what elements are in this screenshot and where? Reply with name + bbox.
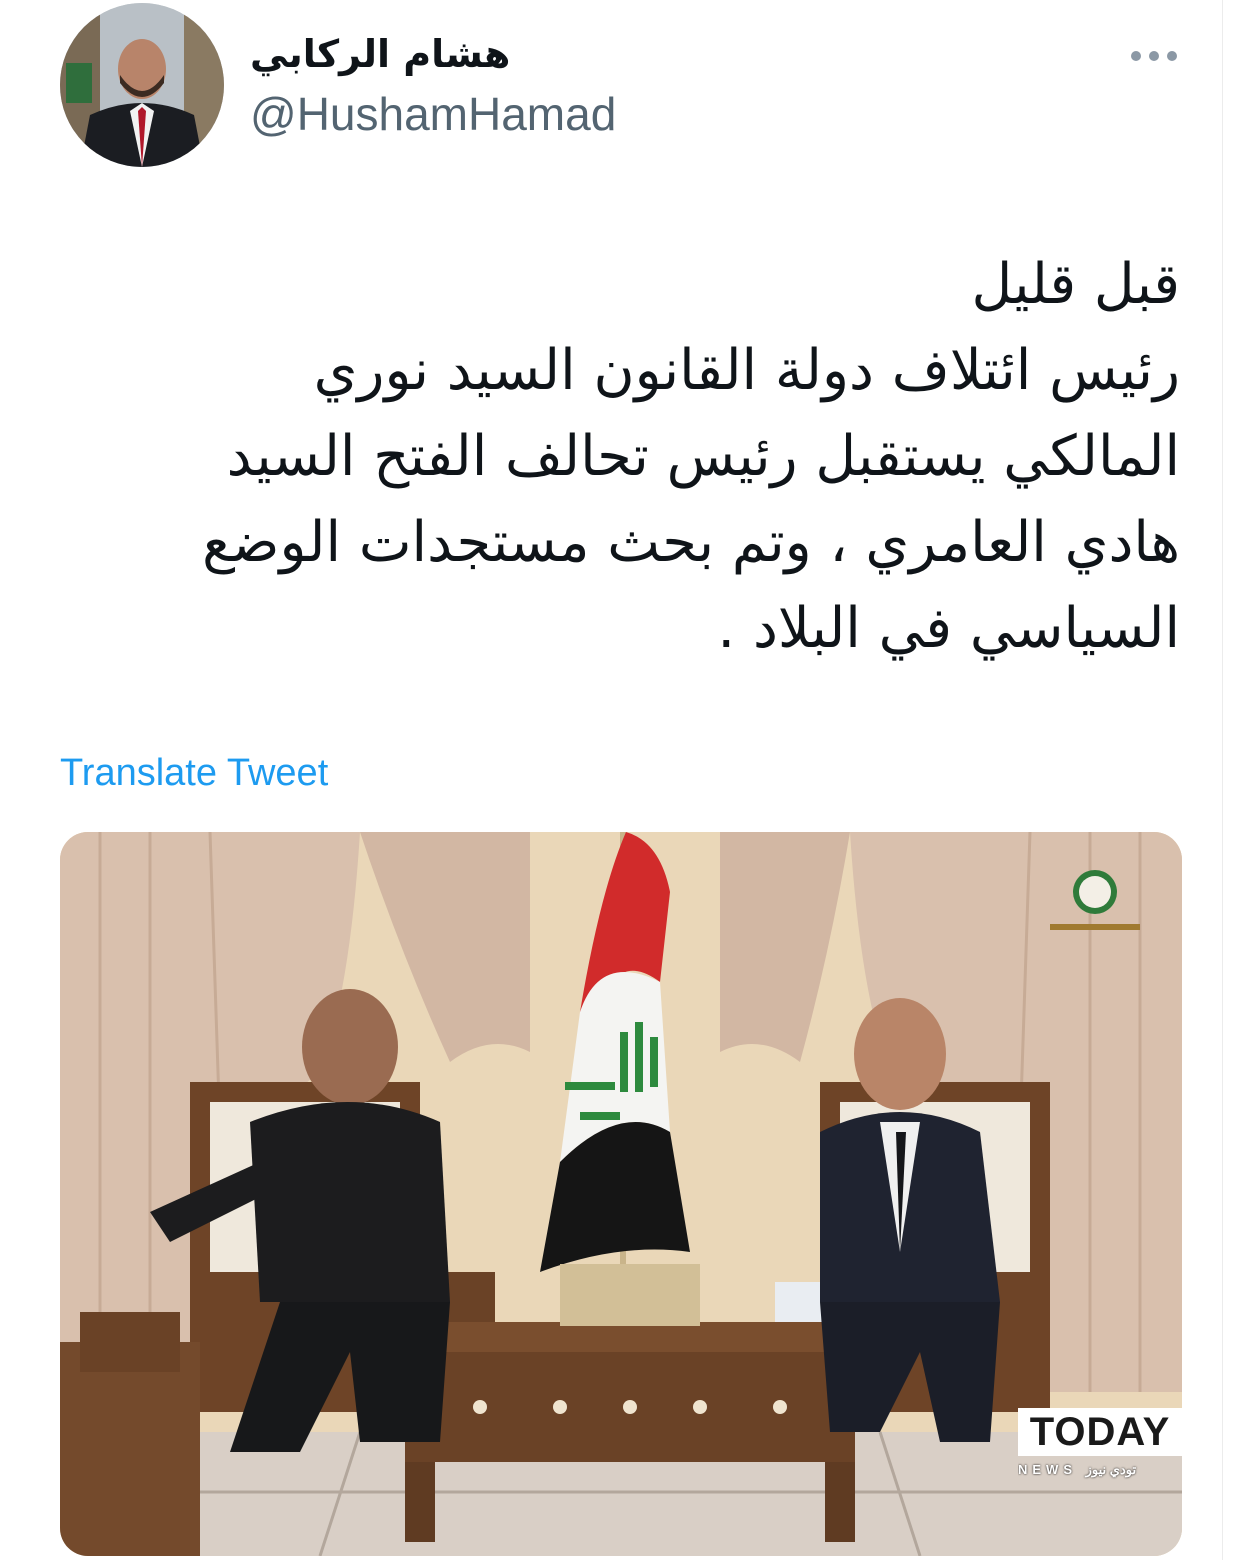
tweet-text-line: هادي العامري ، وتم بحث مستجدات الوضع xyxy=(202,510,1180,575)
tweet-text-line: قبل قليل xyxy=(971,252,1181,317)
more-horizontal-icon xyxy=(1131,51,1177,61)
avatar[interactable] xyxy=(60,3,224,167)
tweet-text-line: السياسي في البلاد . xyxy=(717,596,1180,661)
right-border xyxy=(1222,0,1223,1560)
tweet-text: قبل قليل رئيس ائتلاف دولة القانون السيد … xyxy=(90,242,1180,672)
watermark-subtitle: NEWS تودي نيوز xyxy=(1018,1462,1137,1477)
more-options-button[interactable] xyxy=(1126,36,1182,76)
tweet-photo[interactable] xyxy=(60,832,1182,1556)
translate-tweet-link[interactable]: Translate Tweet xyxy=(60,748,328,798)
display-name[interactable]: هشام الركابي xyxy=(250,24,510,84)
watermark-logo: TODAY xyxy=(1018,1408,1182,1456)
tweet-text-line: رئيس ائتلاف دولة القانون السيد نوري xyxy=(313,338,1180,403)
tweet-text-line: المالكي يستقبل رئيس تحالف الفتح السيد xyxy=(226,424,1180,489)
meeting-photo-illustration xyxy=(60,832,1182,1556)
user-handle[interactable]: @HushamHamad xyxy=(250,86,616,142)
today-news-watermark: TODAY NEWS تودي نيوز xyxy=(1018,1408,1182,1482)
